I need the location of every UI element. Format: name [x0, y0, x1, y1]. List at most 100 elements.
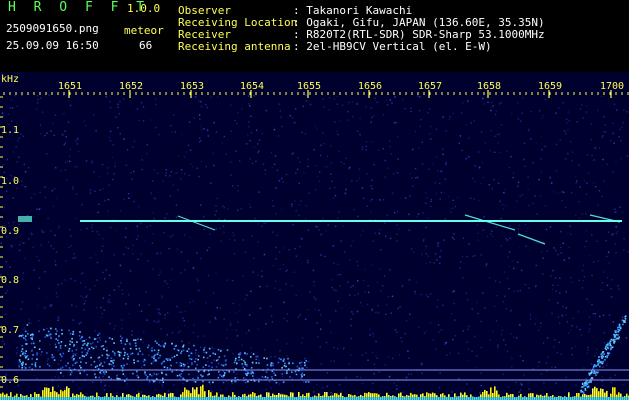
noise-speck — [386, 167, 389, 170]
noise-speck — [442, 304, 444, 307]
noise-speck — [357, 215, 359, 218]
noise-speck — [206, 249, 208, 252]
noise-speck — [188, 351, 190, 353]
noise-speck — [331, 393, 333, 395]
noise-speck — [394, 212, 396, 214]
noise-speck — [315, 165, 317, 167]
echo-speck — [239, 353, 241, 356]
noise-speck — [516, 102, 519, 104]
echo-speck — [34, 362, 37, 364]
noise-speck — [73, 253, 75, 255]
echo-speck — [610, 346, 612, 349]
echo-speck — [246, 363, 248, 366]
freq-tick-label: 0.8 — [1, 275, 19, 286]
noise-speck — [578, 217, 581, 219]
noise-speck — [253, 95, 255, 97]
noise-speck — [564, 206, 567, 209]
noise-speck — [107, 210, 109, 213]
noise-speck — [62, 375, 65, 377]
noise-speck — [372, 352, 374, 354]
noise-speck — [180, 178, 182, 180]
noise-speck — [141, 168, 143, 171]
noise-speck — [437, 245, 439, 247]
noise-speck — [505, 308, 508, 310]
noise-speck — [307, 261, 309, 264]
noise-speck — [128, 312, 130, 315]
noise-speck — [452, 112, 454, 115]
noise-speck — [482, 97, 484, 100]
noise-speck — [291, 153, 293, 155]
echo-speck — [22, 352, 24, 355]
echo-speck — [266, 357, 268, 360]
echo-speck — [54, 343, 57, 346]
noise-speck — [476, 301, 478, 304]
noise-speck — [132, 244, 134, 247]
echo-speck — [301, 367, 303, 369]
noise-speck — [509, 225, 511, 227]
echo-speck — [157, 349, 160, 352]
noise-speck — [543, 382, 545, 384]
noise-speck — [293, 121, 295, 124]
noise-speck — [205, 104, 207, 106]
noise-speck — [137, 390, 139, 393]
echo-speck — [171, 370, 173, 373]
noise-speck — [200, 204, 202, 206]
noise-speck — [337, 133, 339, 136]
noise-speck — [392, 192, 394, 194]
echo-speck — [133, 359, 135, 361]
echo-speck — [303, 374, 306, 376]
noise-speck — [46, 153, 48, 155]
noise-speck — [439, 256, 441, 258]
noise-speck — [280, 116, 282, 118]
noise-speck — [466, 341, 468, 343]
noise-speck — [133, 140, 136, 143]
noise-speck — [575, 384, 577, 386]
noise-speck — [65, 260, 67, 262]
noise-speck — [501, 329, 503, 332]
noise-speck — [10, 244, 13, 247]
echo-speck — [205, 364, 207, 366]
echo-speck — [247, 372, 250, 375]
noise-speck — [566, 118, 568, 120]
noise-speck — [241, 344, 243, 347]
noise-speck — [139, 360, 142, 363]
echo-speck — [79, 372, 81, 375]
noise-speck — [300, 200, 302, 202]
noise-speck — [41, 111, 44, 113]
noise-speck — [16, 187, 18, 189]
echo-speck — [121, 337, 123, 339]
echo-speck — [212, 352, 214, 355]
noise-speck — [199, 346, 202, 348]
noise-speck — [462, 237, 465, 239]
noise-speck — [20, 308, 22, 310]
noise-speck — [582, 117, 584, 119]
noise-speck — [332, 245, 334, 247]
noise-speck — [273, 370, 275, 373]
noise-speck — [585, 229, 588, 232]
noise-speck — [494, 280, 497, 282]
noise-speck — [519, 324, 521, 326]
noise-speck — [499, 200, 501, 203]
echo-speck — [32, 354, 34, 356]
noise-speck — [622, 122, 624, 124]
echo-speck — [235, 380, 237, 383]
noise-speck — [113, 289, 115, 291]
noise-speck — [43, 231, 45, 233]
noise-speck — [305, 100, 307, 102]
noise-speck — [391, 102, 393, 104]
noise-speck — [57, 385, 60, 387]
noise-speck — [103, 389, 106, 391]
echo-speck — [222, 364, 225, 367]
noise-speck — [513, 267, 515, 270]
noise-speck — [575, 182, 577, 184]
echo-speck — [142, 360, 145, 363]
echo-speck — [244, 381, 247, 384]
echo-speck — [53, 359, 56, 361]
noise-speck — [402, 391, 404, 393]
noise-speck — [57, 317, 60, 320]
noise-speck — [626, 155, 629, 157]
noise-speck — [205, 165, 207, 168]
echo-speck — [615, 333, 618, 336]
noise-speck — [117, 106, 119, 108]
echo-speck — [18, 359, 21, 361]
